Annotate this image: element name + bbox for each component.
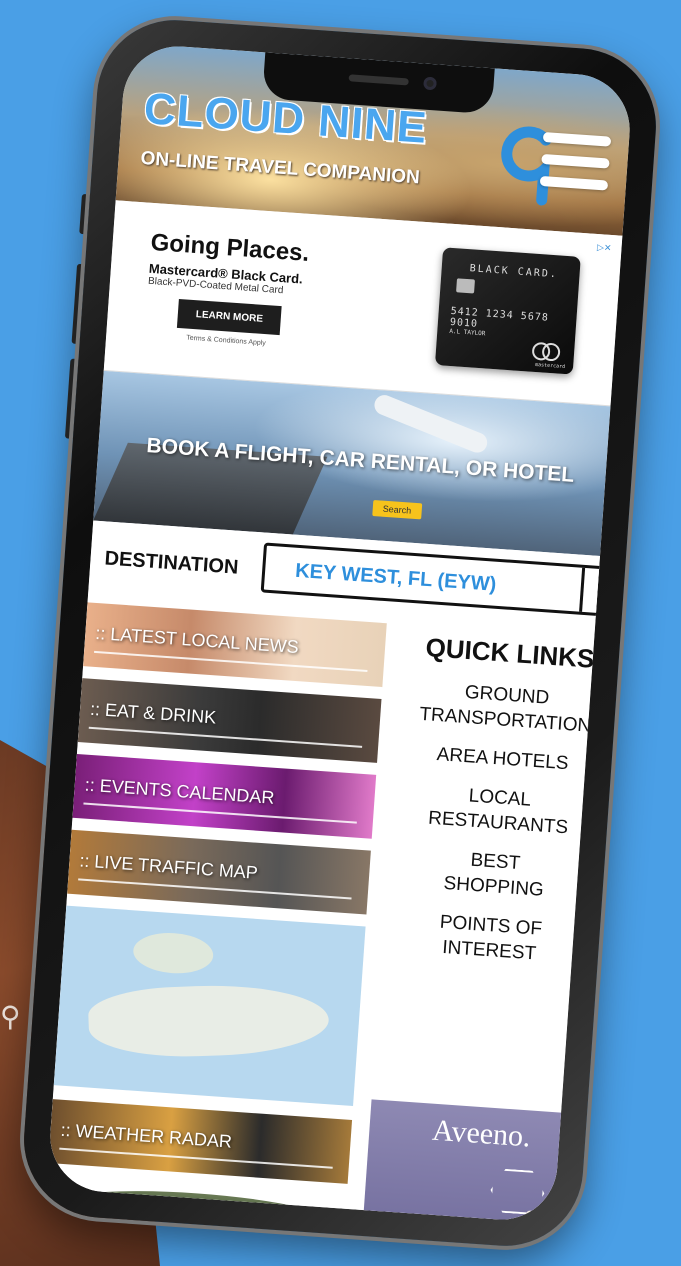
tile-underline [78, 878, 352, 900]
destination-value: KEY WEST, FL (EYW) [294, 559, 498, 596]
banner-search-button: Search [372, 500, 422, 520]
quick-links-title: QUICK LINKS [424, 632, 596, 674]
learn-more-button[interactable]: LEARN MORE [176, 298, 282, 336]
card-network: mastercard [534, 361, 566, 371]
quick-link-local-restaurants[interactable]: LOCAL RESTAURANTS [391, 778, 608, 843]
weather-radar-tile[interactable]: :: WEATHER RADAR [48, 1099, 353, 1184]
map-landmass [87, 981, 330, 1060]
events-calendar-tile[interactable]: :: EVENTS CALENDAR [72, 753, 377, 839]
tile-underline [83, 802, 357, 824]
phone-screen: CLOUD NINE ON-LINE TRAVEL COMPANION ▷✕ G… [46, 42, 634, 1224]
hamburger-menu-icon[interactable] [539, 131, 612, 199]
card-holder: A.L TAYLOR [449, 327, 486, 338]
tile-label: :: LIVE TRAFFIC MAP [78, 850, 259, 883]
traffic-map[interactable] [53, 905, 366, 1107]
tile-underline [59, 1147, 333, 1169]
mastercard-logo-icon [531, 341, 561, 362]
chip-icon [456, 278, 475, 294]
card-brand: BLACK CARD. [469, 263, 559, 281]
tile-underline [94, 650, 368, 673]
phone-mockup: CLOUD NINE ON-LINE TRAVEL COMPANION ▷✕ G… [18, 14, 662, 1252]
search-icon: ⚲ [0, 1000, 21, 1033]
tile-label: :: WEATHER RADAR [59, 1119, 233, 1152]
feature-tiles: :: LATEST LOCAL NEWS :: EAT & DRINK :: E… [46, 602, 387, 1224]
quick-link-ground-transportation[interactable]: GROUND TRANSPORTATION [398, 675, 615, 740]
latest-local-news-tile[interactable]: :: LATEST LOCAL NEWS [83, 602, 387, 688]
quick-link-points-of-interest[interactable]: POINTS OF INTEREST [382, 906, 599, 971]
eat-drink-tile[interactable]: :: EAT & DRINK [77, 678, 382, 763]
main-content: :: LATEST LOCAL NEWS :: EAT & DRINK :: E… [46, 588, 599, 1224]
ad-terms: Terms & Conditions Apply [185, 334, 267, 348]
black-card-image: BLACK CARD. 5412 1234 5678 9010 A.L TAYL… [434, 247, 581, 375]
airplane-image [371, 392, 491, 456]
hexagon-decoration [489, 1168, 546, 1216]
destination-label: DESTINATION [103, 547, 240, 579]
camera-icon [423, 76, 437, 91]
map-landmass [131, 930, 215, 976]
tile-label: :: EAT & DRINK [89, 698, 217, 728]
speaker-grille [348, 74, 409, 86]
quick-link-best-shopping[interactable]: BEST SHOPPING [386, 842, 603, 907]
site-subtitle: ON-LINE TRAVEL COMPANION [139, 147, 421, 189]
tile-underline [88, 726, 363, 748]
live-traffic-map-tile[interactable]: :: LIVE TRAFFIC MAP [67, 829, 371, 915]
quick-link-area-hotels[interactable]: AREA HOTELS [395, 739, 610, 779]
ad-choices-icon[interactable]: ▷✕ [597, 242, 612, 254]
